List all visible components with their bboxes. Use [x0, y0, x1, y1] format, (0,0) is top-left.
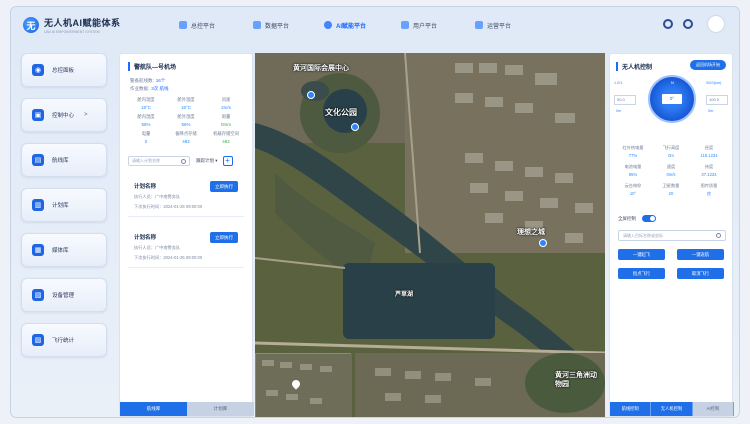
- search-icon: [181, 158, 186, 164]
- heading-left-field[interactable]: 90.0: [614, 95, 636, 105]
- dashboard-icon: ◉: [32, 64, 44, 76]
- settings-icon[interactable]: [663, 19, 673, 29]
- target-search-input[interactable]: 请输入目标名称或坐标: [618, 230, 726, 241]
- header: 无 无人机AI赋能体系 UAV AI EMPOWERMENT SYSTEM 总控…: [11, 7, 739, 43]
- return-button[interactable]: 一键返航: [677, 249, 724, 260]
- map-pin-icon[interactable]: [539, 239, 547, 247]
- plan-search-input[interactable]: 请输入计划名称: [128, 156, 190, 166]
- sidebar-item-control[interactable]: ▣ 控制中心 >: [21, 98, 107, 132]
- nav-item-user[interactable]: 用户平台: [382, 14, 456, 36]
- plan-card: 计划名称 执行人员：广中南警务队 下次执行时间：2024-01-25 09:00…: [128, 227, 244, 268]
- logo: 无 无人机AI赋能体系 UAV AI EMPOWERMENT SYSTEM: [23, 16, 148, 34]
- takeoff-button[interactable]: 一键起飞: [618, 249, 665, 260]
- nav-item-ai[interactable]: AI赋能平台: [308, 14, 382, 36]
- nav-item-control[interactable]: 总控平台: [160, 14, 234, 36]
- sidebar-item-media[interactable]: ▦ 媒体库: [21, 233, 107, 267]
- drone-stats: 红外热电量 77% 飞行高度 0m 经度 118.1234 电池电量 95% 速度 0m/…: [622, 145, 718, 196]
- heading-right-field[interactable]: 100.0: [706, 95, 728, 105]
- map-label: 黄河三角洲动物园: [555, 372, 597, 388]
- tab-plans[interactable]: 计划库: [187, 402, 254, 416]
- fullscreen-toggle-label: 全屏控制: [618, 215, 636, 221]
- nav-icon: [178, 21, 187, 29]
- plan-filter-dropdown[interactable]: 跟踪计划 ▾: [196, 158, 218, 164]
- nav-icon: [400, 21, 409, 29]
- logo-icon: 无: [23, 17, 39, 33]
- map-label: 理想之城: [517, 229, 545, 236]
- compass-icon: N 0°: [648, 75, 696, 123]
- nav-item-data[interactable]: 数据平台: [234, 14, 308, 36]
- add-plan-button[interactable]: +: [222, 156, 233, 166]
- fullscreen-toggle[interactable]: [642, 215, 656, 222]
- execute-plan-button[interactable]: 立即执行: [210, 232, 238, 243]
- tab-ai-control[interactable]: AI控制: [692, 402, 734, 416]
- map-label: 文化公园: [325, 108, 357, 117]
- chevron-right-icon: >: [84, 112, 88, 118]
- tab-route-control[interactable]: 航线控制: [610, 402, 652, 416]
- search-icon: [716, 233, 721, 238]
- nav-icon: [323, 21, 332, 29]
- sidebar: ◉ 总控面板 ▣ 控制中心 > ▤ 航线库 ▥ 计划库 ▦ 媒体库 ▧ 设备管理…: [21, 53, 111, 368]
- tab-routes[interactable]: 航线库: [120, 402, 187, 416]
- map-label: 芦草湖: [395, 292, 414, 298]
- plan-card: 计划名称 执行人员：广中南警务队 下次执行时间：2024-01-25 09:00…: [128, 176, 244, 217]
- map-label: 黄河国际会展中心: [293, 65, 349, 72]
- sidebar-item-stats[interactable]: ▨ 飞行统计: [21, 323, 107, 357]
- stats-icon: ▨: [32, 334, 44, 346]
- media-icon: ▦: [32, 244, 44, 256]
- map-pin-icon[interactable]: [307, 91, 315, 99]
- sidebar-item-plans[interactable]: ▥ 计划库: [21, 188, 107, 222]
- nav-icon: [474, 21, 483, 29]
- plan-icon: ▥: [32, 199, 44, 211]
- attitude-compass: 1.0/1 90.0 0m N 0° SDS(km) 100.0 0m: [610, 75, 732, 139]
- control-icon: ▣: [32, 109, 44, 121]
- airport-stats: 舱内温度 18°C 舱外温度 16°C 风速 2m/s 舱内湿度 58% 舱外湿度 56%…: [137, 97, 239, 144]
- tab-drone-control[interactable]: 无人机控制: [651, 402, 693, 416]
- app-subtitle: UAV AI EMPOWERMENT SYSTEM: [44, 30, 100, 34]
- route-icon: ▤: [32, 154, 44, 166]
- return-home-button[interactable]: 返回机场开始: [690, 60, 726, 70]
- sidebar-item-devices[interactable]: ▧ 设备管理: [21, 278, 107, 312]
- airport-panel: 警航队—号机场 警备航线数: 16个 作业数据: 3次 航线 舱内温度 18°C 舱外…: [119, 53, 254, 417]
- notification-icon[interactable]: [683, 19, 693, 29]
- sidebar-item-dashboard[interactable]: ◉ 总控面板: [21, 53, 107, 87]
- drone-control-panel: 无人机控制 返回机场开始 1.0/1 90.0 0m N 0° SDS(km) …: [609, 53, 734, 417]
- top-nav: 总控平台 数据平台 AI赋能平台 用户平台 运营平台: [160, 14, 530, 36]
- mini-map-imagery: [256, 354, 352, 417]
- point-flight-button[interactable]: 指点飞行: [618, 268, 665, 279]
- avatar[interactable]: [707, 15, 725, 33]
- app-frame: 无 无人机AI赋能体系 UAV AI EMPOWERMENT SYSTEM 总控…: [10, 6, 740, 418]
- satellite-map[interactable]: 黄河国际会展中心 文化公园 理想之城 芦草湖 黄河三角洲动物园: [255, 53, 605, 417]
- execute-plan-button[interactable]: 立即执行: [210, 181, 238, 192]
- cancel-flight-button[interactable]: 取消飞行: [677, 268, 724, 279]
- device-icon: ▧: [32, 289, 44, 301]
- map-pin-icon[interactable]: [351, 123, 359, 131]
- nav-icon: [252, 21, 261, 29]
- mini-map[interactable]: [255, 353, 352, 417]
- panel-title: 警航队—号机场: [128, 62, 252, 71]
- nav-item-ops[interactable]: 运营平台: [456, 14, 530, 36]
- sidebar-item-routes[interactable]: ▤ 航线库: [21, 143, 107, 177]
- app-title: 无人机AI赋能体系: [44, 18, 121, 28]
